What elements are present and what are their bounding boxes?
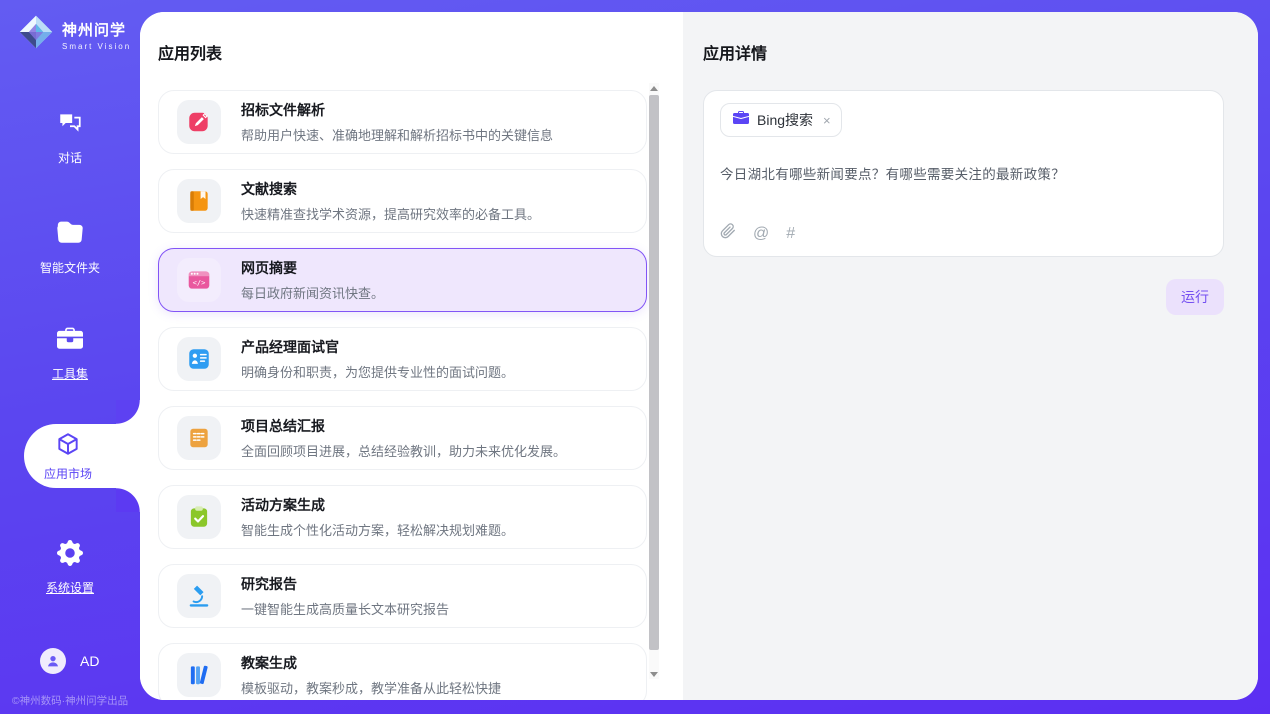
- copyright-text: ©神州数码·神州问学出品: [0, 693, 140, 708]
- sidebar-item-label: 工具集: [52, 365, 88, 382]
- app-list-scrollbar[interactable]: [649, 83, 659, 679]
- mention-icon[interactable]: @: [753, 225, 769, 243]
- cube-icon: [55, 431, 81, 462]
- tool-tag-label: Bing搜索: [757, 110, 813, 130]
- tool-tag-bing-search[interactable]: Bing搜索 ×: [720, 103, 842, 137]
- app-card-title: 活动方案生成: [241, 495, 514, 515]
- logo-diamond-icon: [18, 14, 54, 55]
- clipboard-check-icon: [177, 495, 221, 539]
- books-icon: [177, 653, 221, 697]
- prompt-input-card[interactable]: Bing搜索 × 今日湖北有哪些新闻要点？有哪些需要关注的最新政策？ @ #: [703, 90, 1224, 257]
- app-card-pm-interviewer[interactable]: 产品经理面试官 明确身份和职责，为您提供专业性的面试问题。: [158, 327, 647, 391]
- document-pen-icon: [177, 100, 221, 144]
- scrollbar-thumb[interactable]: [649, 95, 659, 650]
- active-pill-curve-bottom: [116, 488, 140, 512]
- hashtag-icon[interactable]: #: [786, 225, 795, 243]
- prompt-input[interactable]: 今日湖北有哪些新闻要点？有哪些需要关注的最新政策？: [720, 163, 1207, 183]
- gear-icon: [57, 540, 83, 571]
- app-card-title: 文献搜索: [241, 179, 540, 199]
- app-card-research-report[interactable]: 研究报告 一键智能生成高质量长文本研究报告: [158, 564, 647, 628]
- toolbox-icon: [57, 326, 83, 357]
- sidebar-item-toolset[interactable]: 工具集: [0, 326, 140, 382]
- app-card-desc: 帮助用户快速、准确地理解和解析招标书中的关键信息: [241, 125, 553, 144]
- main-content: 应用列表 招标文件解析 帮助用户快速、准确地理解和解析招标书中的关键信息: [140, 12, 1258, 700]
- app-card-desc: 一键智能生成高质量长文本研究报告: [241, 599, 449, 618]
- sidebar-item-label: 应用市场: [44, 465, 92, 482]
- app-card-desc: 全面回顾项目进展，总结经验教训，助力未来优化发展。: [241, 441, 566, 460]
- app-card-desc: 智能生成个性化活动方案，轻松解决规划难题。: [241, 520, 514, 539]
- briefcase-icon: [733, 110, 749, 131]
- sidebar-item-app-market[interactable]: 应用市场: [24, 424, 140, 488]
- app-card-literature-search[interactable]: 文献搜索 快速精准查找学术资源，提高研究效率的必备工具。: [158, 169, 647, 233]
- microscope-icon: [177, 574, 221, 618]
- sidebar: 神州问学 Smart Vision 对话 智能文件夹 工具集: [0, 0, 140, 714]
- sidebar-item-label: 系统设置: [46, 579, 94, 596]
- app-card-title: 网页摘要: [241, 258, 384, 278]
- attachment-icon[interactable]: [720, 223, 736, 244]
- logo-title: 神州问学: [62, 19, 131, 40]
- sidebar-item-chat[interactable]: 对话: [0, 110, 140, 166]
- app-card-lesson-plan[interactable]: 教案生成 模板驱动，教案秒成，教学准备从此轻松快捷: [158, 643, 647, 700]
- sidebar-item-label: 智能文件夹: [40, 259, 100, 276]
- svg-text:</>: </>: [193, 278, 206, 287]
- run-row: 运行: [703, 279, 1224, 315]
- app-card-desc: 每日政府新闻资讯快查。: [241, 283, 384, 302]
- app-card-desc: 快速精准查找学术资源，提高研究效率的必备工具。: [241, 204, 540, 223]
- user-avatar-icon: [40, 648, 66, 674]
- app-card-desc: 明确身份和职责，为您提供专业性的面试问题。: [241, 362, 514, 381]
- app-list-panel: 应用列表 招标文件解析 帮助用户快速、准确地理解和解析招标书中的关键信息: [140, 12, 683, 700]
- user-account[interactable]: AD: [40, 648, 99, 674]
- sidebar-item-smart-folder[interactable]: 智能文件夹: [0, 220, 140, 276]
- tag-close-icon[interactable]: ×: [823, 113, 831, 128]
- scrollbar-down-arrow-icon[interactable]: [649, 669, 659, 679]
- active-pill-curve-top: [116, 400, 140, 424]
- app-card-desc: 模板驱动，教案秒成，教学准备从此轻松快捷: [241, 678, 501, 697]
- app-list-title: 应用列表: [158, 40, 647, 64]
- app-card-project-summary[interactable]: 项目总结汇报 全面回顾项目进展，总结经验教训，助力未来优化发展。: [158, 406, 647, 470]
- app-card-title: 招标文件解析: [241, 100, 553, 120]
- app-detail-title: 应用详情: [703, 40, 1224, 64]
- app-card-list: 招标文件解析 帮助用户快速、准确地理解和解析招标书中的关键信息 文献搜索 快速精…: [158, 90, 647, 700]
- browser-code-icon: </>: [177, 258, 221, 302]
- scrollbar-up-arrow-icon[interactable]: [649, 83, 659, 93]
- app-detail-panel: 应用详情 Bing搜索 × 今日湖北有哪些新闻要点？有哪些需要关注的最新政策？: [683, 12, 1258, 700]
- user-name: AD: [80, 653, 99, 669]
- app-card-title: 产品经理面试官: [241, 337, 514, 357]
- memo-icon: [177, 416, 221, 460]
- chat-icon: [57, 110, 83, 141]
- sidebar-item-settings[interactable]: 系统设置: [0, 540, 140, 596]
- sidebar-item-label: 对话: [58, 149, 82, 166]
- app-card-title: 教案生成: [241, 653, 501, 673]
- book-icon: [177, 179, 221, 223]
- app-logo: 神州问学 Smart Vision: [18, 14, 131, 55]
- folder-icon: [57, 220, 83, 251]
- composer-toolbar: @ #: [720, 223, 795, 244]
- app-card-title: 研究报告: [241, 574, 449, 594]
- run-button[interactable]: 运行: [1166, 279, 1224, 315]
- app-card-tender-parse[interactable]: 招标文件解析 帮助用户快速、准确地理解和解析招标书中的关键信息: [158, 90, 647, 154]
- app-card-activity-plan[interactable]: 活动方案生成 智能生成个性化活动方案，轻松解决规划难题。: [158, 485, 647, 549]
- app-card-web-summary[interactable]: </> 网页摘要 每日政府新闻资讯快查。: [158, 248, 647, 312]
- resume-person-icon: [177, 337, 221, 381]
- app-card-title: 项目总结汇报: [241, 416, 566, 436]
- logo-subtitle: Smart Vision: [62, 42, 131, 51]
